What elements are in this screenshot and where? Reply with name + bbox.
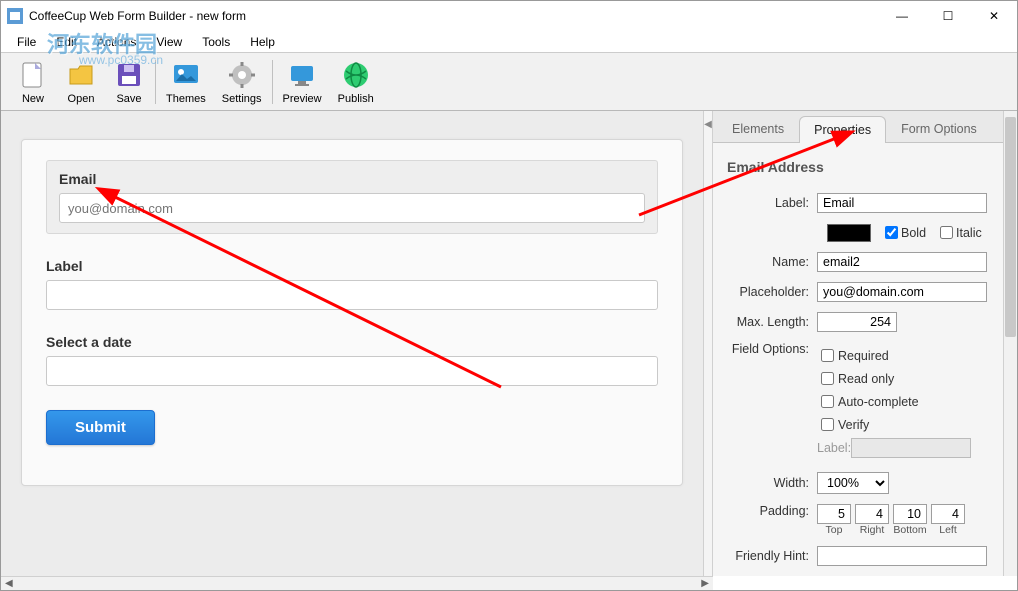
menu-view[interactable]: View [146,33,192,51]
prop-placeholder-label: Placeholder: [727,285,817,299]
titlebar: CoffeeCup Web Form Builder - new form ― … [1,1,1017,31]
menu-actions[interactable]: Actions [87,33,146,51]
menu-tools[interactable]: Tools [192,33,240,51]
properties-title: Email Address [727,159,1003,175]
prop-label-label: Label: [727,196,817,210]
form-canvas[interactable]: Email Label Select a date Submit [1,111,703,576]
prop-pad-right[interactable] [855,504,889,524]
prop-padding-label: Padding: [727,504,817,518]
app-icon [7,8,23,24]
close-button[interactable]: ✕ [971,1,1017,31]
prop-verify-checkbox[interactable] [821,418,834,431]
maximize-button[interactable]: ☐ [925,1,971,31]
prop-maxlength-label: Max. Length: [727,315,817,329]
prop-hint-input[interactable] [817,546,987,566]
prop-bold-label: Bold [901,226,926,240]
prop-color-picker[interactable] [827,224,871,242]
text-label: Label [46,258,658,274]
toolbar-separator [272,60,273,104]
window-title: CoffeeCup Web Form Builder - new form [29,9,246,23]
prop-autocomplete-checkbox[interactable] [821,395,834,408]
prop-required-checkbox[interactable] [821,349,834,362]
tool-publish[interactable]: Publish [330,57,382,107]
prop-width-label: Width: [727,476,817,490]
tab-elements[interactable]: Elements [717,115,799,142]
menu-help[interactable]: Help [240,33,285,51]
email-label: Email [59,171,645,187]
toolbar-separator [155,60,156,104]
minimize-button[interactable]: ― [879,1,925,31]
prop-maxlength-input[interactable] [817,312,897,332]
field-text[interactable]: Label [46,258,658,310]
tool-settings[interactable]: Settings [214,57,270,107]
tool-themes[interactable]: Themes [158,57,214,107]
prop-verify-label-label: Label: [817,441,851,455]
prop-pad-left[interactable] [931,504,965,524]
toolbar: New Open Save Themes Settings Preview Pu… [1,53,1017,111]
prop-placeholder-input[interactable] [817,282,987,302]
menu-file[interactable]: File [7,33,46,51]
vertical-scrollbar[interactable] [1003,111,1017,576]
tool-preview[interactable]: Preview [275,57,330,107]
submit-button[interactable]: Submit [46,410,155,445]
prop-verify-label-input [851,438,971,458]
prop-italic-checkbox[interactable] [940,226,953,239]
prop-label-input[interactable] [817,193,987,213]
text-input[interactable] [46,280,658,310]
prop-bold-checkbox[interactable] [885,226,898,239]
tab-form-options[interactable]: Form Options [886,115,992,142]
prop-name-input[interactable] [817,252,987,272]
tool-save[interactable]: Save [105,57,153,107]
panel-collapse-handle[interactable]: ◀ [703,111,713,576]
prop-readonly-checkbox[interactable] [821,372,834,385]
tool-new[interactable]: New [9,57,57,107]
field-email[interactable]: Email [46,160,658,234]
properties-panel: Elements Properties Form Options Email A… [713,111,1017,576]
prop-italic-label: Italic [956,226,982,240]
prop-fieldoptions-label: Field Options: [727,342,817,356]
menubar: File Edit Actions View Tools Help [1,31,1017,53]
prop-name-label: Name: [727,255,817,269]
date-input[interactable] [46,356,658,386]
field-date[interactable]: Select a date [46,334,658,386]
prop-width-select[interactable]: 100% [817,472,889,494]
tab-properties[interactable]: Properties [799,116,886,143]
prop-hint-label: Friendly Hint: [727,549,817,563]
email-input[interactable] [59,193,645,223]
horizontal-scrollbar[interactable]: ◀▶ [1,576,713,590]
form-card: Email Label Select a date Submit [21,139,683,486]
tool-open[interactable]: Open [57,57,105,107]
prop-pad-top[interactable] [817,504,851,524]
menu-edit[interactable]: Edit [46,33,87,51]
date-label: Select a date [46,334,658,350]
prop-pad-bottom[interactable] [893,504,927,524]
